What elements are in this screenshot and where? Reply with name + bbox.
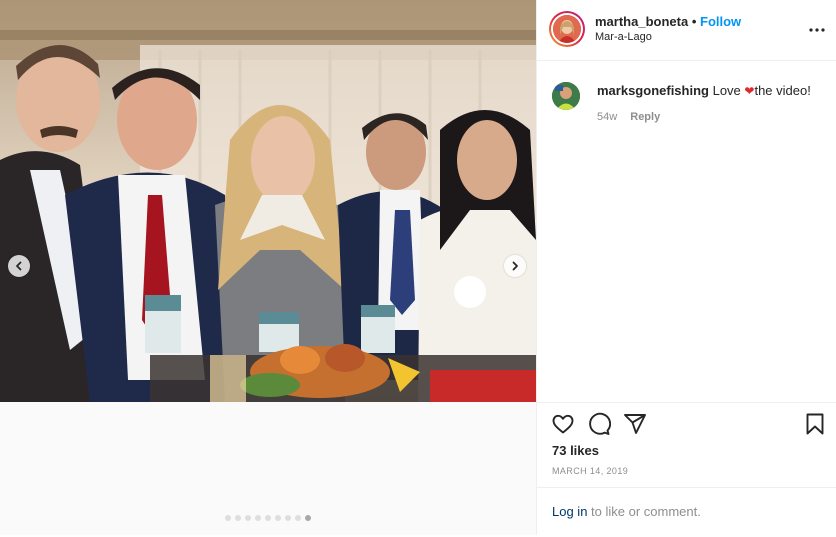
carousel-dot (245, 515, 251, 521)
save-button[interactable] (803, 412, 827, 436)
comment-button[interactable] (587, 412, 612, 436)
more-options-button[interactable] (807, 22, 827, 38)
commenter-avatar[interactable] (552, 82, 580, 110)
share-button[interactable] (623, 412, 647, 436)
group-photo-illustration (0, 0, 536, 402)
separator-dot: • (691, 14, 697, 29)
carousel-prev-button[interactable] (8, 255, 30, 277)
comment-icon (589, 412, 612, 435)
carousel-dot (295, 515, 301, 521)
carousel-next-button[interactable] (504, 255, 526, 277)
comment-text-end: the video! (754, 83, 811, 98)
more-options-icon (809, 28, 825, 32)
profile-photo (553, 15, 581, 43)
carousel-dot (275, 515, 281, 521)
post-media (0, 0, 536, 535)
post-photo[interactable] (0, 0, 536, 402)
post-header: martha_boneta • Follow Mar-a-Lago (537, 0, 836, 61)
reply-button[interactable]: Reply (630, 111, 660, 123)
post-side-panel: martha_boneta • Follow Mar-a-Lago marksg… (536, 0, 836, 535)
login-prompt: Log in to like or comment. (537, 487, 836, 537)
heart-emoji: ❤ (744, 84, 755, 98)
chevron-right-icon (512, 261, 518, 271)
commenter-photo (552, 82, 580, 110)
share-icon (624, 414, 646, 434)
comment-age[interactable]: 54w (597, 111, 617, 123)
post-username[interactable]: martha_boneta (595, 14, 688, 29)
likes-count[interactable]: 73 likes (552, 443, 599, 458)
carousel-indicator (0, 515, 536, 521)
login-link[interactable]: Log in (552, 504, 587, 519)
avatar[interactable] (549, 11, 585, 47)
carousel-dot (265, 515, 271, 521)
carousel-dot (225, 515, 231, 521)
post-actions: 73 likes MARCH 14, 2019 Log in to like o… (537, 402, 836, 536)
login-suffix: to like or comment. (587, 504, 701, 519)
post-date[interactable]: MARCH 14, 2019 (552, 466, 628, 476)
heart-icon (552, 414, 574, 434)
bookmark-icon (806, 413, 824, 435)
comment-username[interactable]: marksgonefishing (597, 83, 709, 98)
like-button[interactable] (551, 412, 575, 436)
post-location[interactable]: Mar-a-Lago (595, 31, 652, 43)
carousel-dot (235, 515, 241, 521)
carousel-dot (255, 515, 261, 521)
chevron-left-icon (16, 261, 22, 271)
carousel-dot (305, 515, 311, 521)
follow-button[interactable]: Follow (700, 14, 741, 29)
carousel-dot (285, 515, 291, 521)
comment-text-start: Love (712, 83, 745, 98)
